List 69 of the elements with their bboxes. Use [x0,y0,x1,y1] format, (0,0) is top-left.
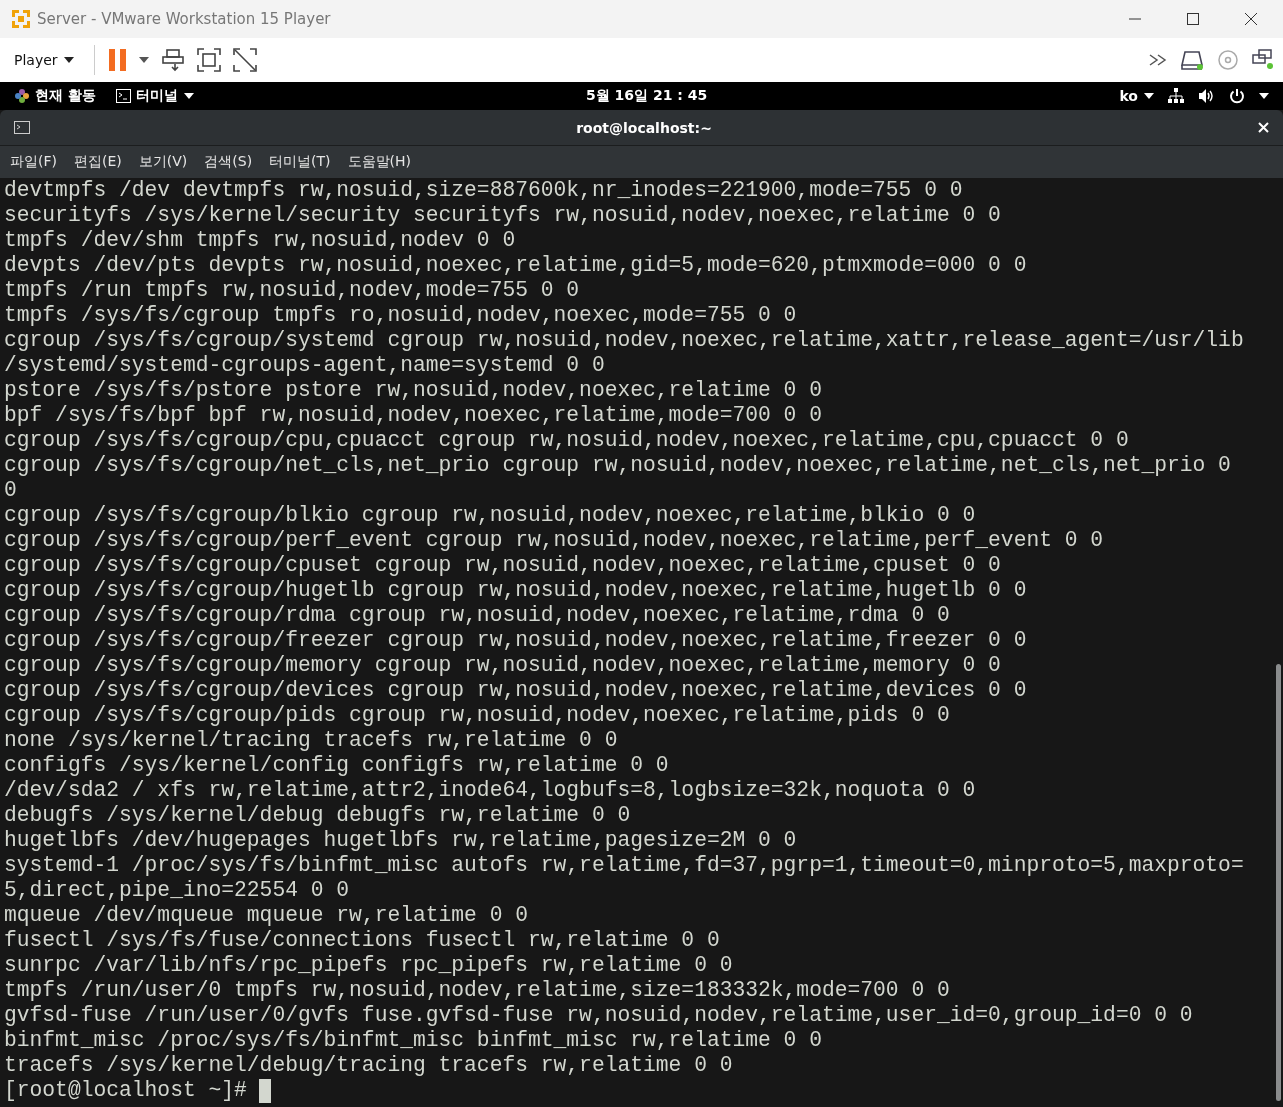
player-menu[interactable]: Player [8,48,80,72]
app-logo-icon [11,9,31,29]
terminal-line: /systemd/systemd-cgroups-agent,name=systemd 0 0 [4,353,605,378]
terminal-title: root@localhost:~ [576,119,712,136]
close-icon[interactable] [1244,12,1258,26]
terminal-line: cgroup /sys/fs/cgroup/memory cgroup rw,nosuid,nodev,noexec,relatime,memory 0 0 [4,653,1001,678]
terminal-line: cgroup /sys/fs/cgroup/devices cgroup rw,nosuid,nodev,noexec,relatime,devices 0 0 [4,678,1027,703]
caret-icon[interactable] [138,57,149,63]
app-menu[interactable]: 터미널 [135,87,194,105]
terminal-line: pstore /sys/fs/pstore pstore rw,nosuid,nodev,noexec,relatime 0 0 [4,378,822,403]
terminal-line: hugetlbfs /dev/hugepages hugetlbfs rw,relatime,pagesize=2M 0 0 [4,828,797,853]
terminal-line: 0 [4,478,17,503]
terminal-line: tmpfs /run tmpfs rw,nosuid,nodev,mode=755 0 0 [4,278,580,303]
terminal-line: debugfs /sys/kernel/debug debugfs rw,relatime 0 0 [4,803,631,828]
network-icon[interactable] [1168,88,1184,104]
caret-icon[interactable] [1259,93,1269,99]
scrollbar-thumb[interactable] [1276,664,1281,1101]
menu-item[interactable]: 검색(S) [204,153,253,171]
terminal-line: configfs /sys/kernel/config configfs rw,relatime 0 0 [4,753,669,778]
clock[interactable]: 5월 16일 21 : 45 [586,87,708,105]
terminal-icon [115,89,131,103]
volume-icon[interactable] [1198,88,1215,104]
text-cursor [258,1078,271,1103]
terminal-icon [14,121,30,134]
terminal-line: sunrpc /var/lib/nfs/rpc_pipefs rpc_pipefs rw,relatime 0 0 [4,953,733,978]
terminal-line: fusectl /sys/fs/fuse/connections fusectl rw,relatime 0 0 [4,928,720,953]
terminal-line: tmpfs /run/user/0 tmpfs rw,nosuid,nodev,relatime,size=183332k,mode=700 0 0 [4,978,950,1003]
window-title: Server - VMware Workstation 15 Player [37,10,331,28]
terminal-line: cgroup /sys/fs/cgroup/cpuset cgroup rw,nosuid,nodev,noexec,relatime,cpuset 0 0 [4,553,1001,578]
shell-prompt: [root@localhost ~]# [4,1078,247,1103]
pause-icon[interactable] [108,49,127,71]
menu-item[interactable]: 파일(F) [10,153,57,171]
menu-item[interactable]: 도움말(H) [347,153,412,171]
chevrons-icon[interactable] [1149,53,1169,67]
terminal-line: 5,direct,pipe_ino=22554 0 0 [4,878,350,903]
terminal-line: bpf /sys/fs/bpf bpf rw,nosuid,nodev,noexec,relatime,mode=700 0 0 [4,403,822,428]
terminal-line: tracefs /sys/kernel/debug/tracing tracefs rw,relatime 0 0 [4,1053,733,1078]
terminal-line: cgroup /sys/fs/cgroup/blkio cgroup rw,nosuid,nodev,noexec,relatime,blkio 0 0 [4,503,976,528]
terminal-line: cgroup /sys/fs/cgroup/cpu,cpuacct cgroup rw,nosuid,nodev,noexec,relatime,cpu,cpuacct 0 0 [4,428,1129,453]
terminal-line: /dev/sda2 / xfs rw,relatime,attr2,inode64,logbufs=8,logbsize=32k,noquota 0 0 [4,778,976,803]
input-method-menu[interactable]: ko [1119,88,1154,104]
terminal-line: cgroup /sys/fs/cgroup/rdma cgroup rw,nosuid,nodev,noexec,relatime,rdma 0 0 [4,603,950,628]
terminal-line: binfmt_misc /proc/sys/fs/binfmt_misc binfmt_misc rw,relatime 0 0 [4,1028,822,1053]
terminal-line: cgroup /sys/fs/cgroup/pids cgroup rw,nosuid,nodev,noexec,relatime,pids 0 0 [4,703,950,728]
terminal-line: cgroup /sys/fs/cgroup/freezer cgroup rw,nosuid,nodev,noexec,relatime,freezer 0 0 [4,628,1027,653]
terminal-line: gvfsd-fuse /run/user/0/gvfs fuse.gvfsd-fuse rw,nosuid,nodev,relatime,user_id=0,group_id=0 0 0 [4,1003,1193,1028]
terminal-line: cgroup /sys/fs/cgroup/perf_event cgroup rw,nosuid,nodev,noexec,relatime,perf_event 0 0 [4,528,1104,553]
menu-item[interactable]: 편집(E) [74,153,122,171]
hard-disk-icon[interactable] [1181,49,1205,71]
power-icon[interactable] [1229,88,1245,104]
menu-item[interactable]: 보기(V) [138,153,188,171]
terminal-line: securityfs /sys/kernel/security securityfs rw,nosuid,nodev,noexec,relatime 0 0 [4,203,1001,228]
terminal-line: tmpfs /sys/fs/cgroup tmpfs ro,nosuid,nodev,noexec,mode=755 0 0 [4,303,797,328]
terminal-line: tmpfs /dev/shm tmpfs rw,nosuid,nodev 0 0 [4,228,516,253]
fullscreen-icon[interactable] [196,48,221,72]
send-keys-icon[interactable] [160,48,185,72]
activities-label[interactable]: 현재 활동 [35,87,96,105]
flower-logo-icon [14,88,30,104]
terminal-line: devpts /dev/pts devpts rw,nosuid,noexec,relatime,gid=5,mode=620,ptmxmode=000 0 0 [4,253,1027,278]
terminal-line: devtmpfs /dev devtmpfs rw,nosuid,size=887600k,nr_inodes=221900,mode=755 0 0 [4,178,963,203]
terminal-line: mqueue /dev/mqueue mqueue rw,relatime 0 0 [4,903,528,928]
terminal-line: cgroup /sys/fs/cgroup/net_cls,net_prio cgroup rw,nosuid,nodev,noexec,relatime,net_cls,net_prio 0 [4,453,1231,478]
terminal-line: cgroup /sys/fs/cgroup/systemd cgroup rw,nosuid,nodev,noexec,relatime,xattr,release_agent=/usr/lib [4,328,1244,353]
network-adapter-icon[interactable] [1251,49,1275,71]
terminal-line: systemd-1 /proc/sys/fs/binfmt_misc autofs rw,relatime,fd=37,pgrp=1,timeout=0,minproto=5,maxproto= [4,853,1244,878]
maximize-icon[interactable] [1186,12,1200,26]
menu-item[interactable]: 터미널(T) [269,153,331,171]
terminal-line: cgroup /sys/fs/cgroup/hugetlb cgroup rw,nosuid,nodev,noexec,relatime,hugetlb 0 0 [4,578,1027,603]
terminal-line: none /sys/kernel/tracing tracefs rw,relatime 0 0 [4,728,618,753]
